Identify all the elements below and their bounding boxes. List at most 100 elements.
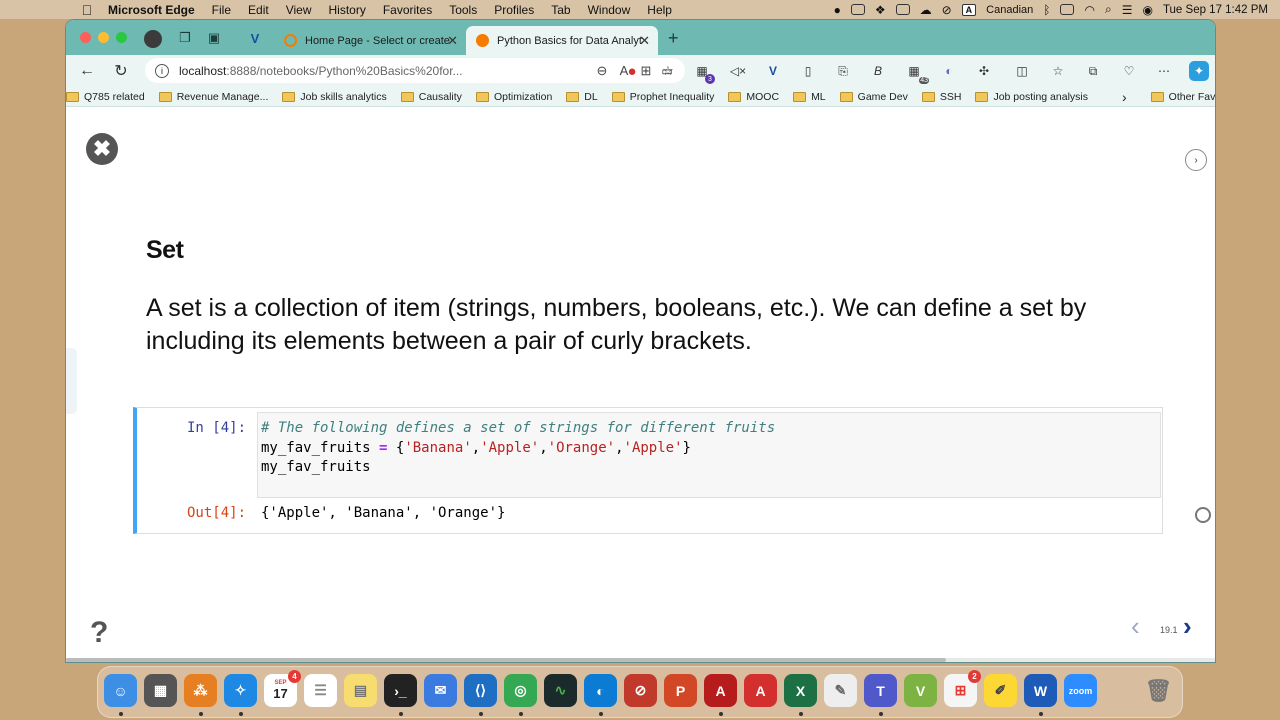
activity-monitor-icon[interactable]: ∿ (544, 674, 577, 707)
bookmark-folder[interactable]: Optimization (475, 91, 552, 103)
powerpoint-icon[interactable]: P (664, 674, 697, 707)
extension-doc-icon[interactable]: ▯ (800, 63, 816, 79)
bookmark-folder[interactable]: Prophet Inequality (611, 91, 714, 103)
calendar-icon[interactable]: SEP 17 4 (264, 670, 301, 707)
address-bar[interactable]: i localhost:8888/notebooks/Python%20Basi… (145, 58, 685, 83)
menu-file[interactable]: File (212, 3, 231, 17)
bookmarks-overflow-chevron-icon[interactable]: › (1122, 89, 1127, 105)
cloud-icon[interactable]: ☁ (920, 3, 932, 17)
previous-slide-chevron-icon[interactable]: ‹ (1131, 611, 1140, 642)
bookmark-folder[interactable]: Q785 related (66, 91, 145, 103)
trash-icon[interactable]: 🗑 (1142, 674, 1175, 707)
menu-favorites[interactable]: Favorites (383, 3, 432, 17)
bookmark-folder[interactable]: Job skills analytics (282, 91, 387, 103)
edge-icon[interactable]: ◐ (584, 674, 617, 707)
disabled-app-icon[interactable]: ⊘ (624, 674, 657, 707)
zoom-window-button[interactable] (116, 32, 127, 43)
terminal-icon[interactable]: ›_ (384, 674, 417, 707)
finder-icon[interactable]: ☺ (104, 674, 137, 707)
v-app-icon[interactable]: V (904, 674, 937, 707)
url-text[interactable]: localhost:8888/notebooks/Python%20Basics… (179, 64, 591, 78)
code-editor[interactable]: # The following defines a set of strings… (257, 412, 1161, 498)
horizontal-scrollbar[interactable] (66, 658, 1215, 662)
left-panel-handle[interactable] (66, 348, 77, 414)
close-window-button[interactable] (80, 32, 91, 43)
bluetooth-icon[interactable]: ᛒ (1043, 3, 1050, 17)
wifi-icon[interactable]: ◠ (1084, 3, 1094, 17)
input-source-icon[interactable]: A (961, 3, 977, 16)
acrobat-reader-icon[interactable]: A (744, 674, 777, 707)
sidebar-toggle-icon[interactable]: › (1185, 149, 1207, 171)
record-icon[interactable]: ● (834, 3, 841, 17)
extension-b-icon[interactable]: B (870, 63, 886, 79)
bookmark-folder[interactable]: Game Dev (839, 91, 908, 103)
apple-menu-icon[interactable]:  (80, 2, 94, 18)
bookmark-folder[interactable]: Causality (400, 91, 462, 103)
battery-icon[interactable] (1060, 4, 1075, 15)
back-arrow-icon[interactable]: ← (77, 61, 97, 81)
more-menu-icon[interactable]: ⋯ (1156, 63, 1172, 79)
menu-profiles[interactable]: Profiles (494, 3, 534, 17)
profile-avatar[interactable] (144, 30, 162, 48)
spotlight-search-icon[interactable]: ⌕ (1105, 2, 1112, 17)
minimize-window-button[interactable] (98, 32, 109, 43)
close-tab-icon[interactable]: ✕ (639, 33, 650, 49)
menu-app-name[interactable]: Microsoft Edge (108, 3, 195, 17)
dropbox-icon[interactable]: ❖ (875, 3, 886, 17)
safari-icon[interactable]: ✧ (224, 674, 257, 707)
code-cell[interactable]: In [4]: # The following defines a set of… (133, 407, 1163, 534)
zoom-search-icon[interactable]: ⊖ (591, 63, 613, 79)
bookmark-folder[interactable]: MOOC (728, 91, 779, 103)
extension-counter-icon[interactable]: ▦ 43 (906, 63, 929, 84)
browser-essentials-icon[interactable]: ♡ (1121, 63, 1137, 79)
bookmark-folder[interactable]: Job posting analysis (975, 91, 1088, 103)
input-source-label[interactable]: Canadian (986, 4, 1033, 16)
menu-history[interactable]: History (329, 3, 366, 17)
menu-view[interactable]: View (286, 3, 312, 17)
bookmark-folder[interactable]: DL (566, 91, 598, 103)
zoom-status-icon[interactable] (850, 4, 865, 15)
menu-help[interactable]: Help (647, 3, 672, 17)
zoom-icon[interactable]: zoom (1064, 674, 1097, 707)
no-entry-icon[interactable]: ⊘ (942, 3, 952, 17)
mute-tab-icon[interactable]: ◁× (730, 63, 746, 79)
bookmark-folder[interactable]: ML (793, 91, 826, 103)
chrome-icon[interactable]: ◎ (504, 674, 537, 707)
help-button[interactable]: ? (90, 616, 108, 650)
calculator-icon[interactable]: ▦ (144, 674, 177, 707)
scroll-indicator-icon[interactable] (1195, 507, 1211, 523)
siri-icon[interactable]: ◉ (1142, 3, 1152, 17)
site-info-icon[interactable]: i (155, 63, 169, 78)
screen-icon[interactable] (895, 4, 910, 15)
favorites-icon[interactable]: ☆ (1050, 63, 1066, 79)
bookmark-folder[interactable]: SSH (921, 91, 961, 103)
word-icon[interactable]: W (1024, 674, 1057, 707)
workspaces-icon[interactable]: ❐ (177, 30, 193, 46)
opera-extension-icon[interactable]: ● (624, 63, 640, 80)
notepad-icon[interactable]: ✐ (984, 674, 1017, 707)
menu-tab[interactable]: Tab (551, 3, 570, 17)
reload-icon[interactable]: ↻ (111, 61, 131, 81)
other-favorites-folder[interactable]: Other Favorites (1150, 91, 1215, 103)
collections-icon[interactable]: ⧉ (1085, 63, 1101, 79)
copilot-icon[interactable]: ✦ (1189, 61, 1209, 81)
close-slideshow-button[interactable]: ✖ (86, 133, 118, 165)
tab-home-page[interactable]: Home Page - Select or create a notebook … (274, 26, 466, 55)
control-center-icon[interactable]: ☰ (1122, 3, 1133, 17)
new-tab-icon[interactable]: + (668, 28, 679, 49)
extension-icon-2[interactable]: ▭ (659, 63, 675, 79)
acrobat-icon[interactable]: A (704, 674, 737, 707)
office-icon[interactable]: ⊞ 2 (944, 670, 981, 707)
extension-v-icon[interactable]: V (765, 63, 781, 79)
textedit-icon[interactable]: ✎ (824, 674, 857, 707)
scrollbar-thumb[interactable] (66, 658, 946, 662)
bookmark-folder[interactable]: Revenue Manage... (158, 91, 268, 103)
tab-actions-icon[interactable]: ▣ (206, 30, 222, 46)
extensions-puzzle-icon[interactable]: ✣ (976, 63, 992, 79)
menu-edit[interactable]: Edit (248, 3, 269, 17)
menu-window[interactable]: Window (588, 3, 631, 17)
excel-icon[interactable]: X (784, 674, 817, 707)
tab-python-basics[interactable]: Python Basics for Data Analytics ✕ (466, 26, 658, 55)
extension-icon-3[interactable]: ▦ 3 (694, 63, 715, 84)
close-tab-icon[interactable]: ✕ (447, 33, 458, 49)
